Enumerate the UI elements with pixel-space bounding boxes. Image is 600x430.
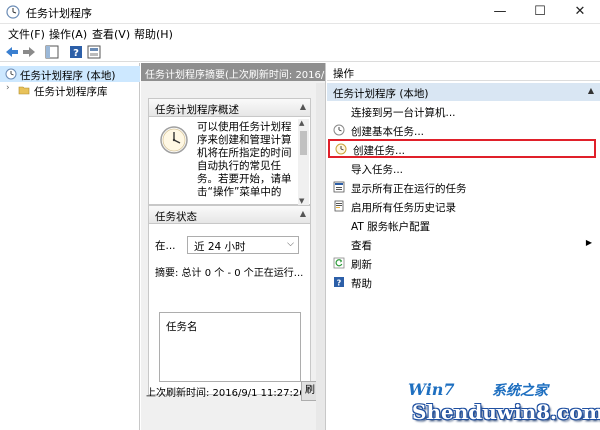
help-icon[interactable]: ?	[68, 44, 84, 60]
actions-header: 操作	[327, 63, 600, 81]
status-summary: 摘要: 总计 0 个 - 0 个正在运行...	[155, 268, 304, 279]
collapse-icon[interactable]: ▲	[588, 86, 594, 95]
help-icon: ?	[334, 277, 344, 288]
action-label: 导入任务...	[351, 164, 404, 176]
actions-group-header[interactable]: 任务计划程序 (本地) ▲	[327, 83, 600, 101]
task-status-panel: 任务状态 ▲ 在... 近 24 小时 ⌵ 摘要: 总计 0 个 - 0 个正在…	[148, 205, 311, 395]
action-help[interactable]: ? 帮助	[327, 273, 600, 292]
action-label: 连接到另一台计算机...	[351, 107, 456, 119]
task-status-title: 任务状态	[155, 211, 197, 223]
menu-action[interactable]: 操作(A)	[49, 26, 87, 42]
minimize-button[interactable]: —	[480, 0, 520, 24]
collapse-icon[interactable]: ▲	[300, 102, 306, 111]
action-label: 刷新	[351, 259, 372, 271]
action-label: 帮助	[351, 278, 372, 290]
action-at-service-config[interactable]: AT 服务帐户配置	[327, 216, 600, 235]
tree-item-library[interactable]: › 任务计划程序库	[0, 82, 140, 98]
chevron-right-icon: ▶	[585, 238, 592, 247]
create-task-icon	[335, 143, 347, 155]
task-name-column-header[interactable]: 任务名	[166, 319, 198, 334]
action-create-basic-task[interactable]: 创建基本任务...	[327, 121, 600, 140]
task-scheduler-icon	[6, 5, 20, 19]
action-label: 创建任务...	[353, 145, 406, 157]
collapse-icon[interactable]: ▲	[300, 209, 306, 218]
watermark-win7: Win7	[408, 380, 455, 399]
time-range-value: 近 24 小时	[194, 241, 246, 253]
navigation-pane: 任务计划程序 (本地) › 任务计划程序库	[0, 63, 140, 430]
summary-pane: 任务计划程序摘要(上次刷新时间: 2016/9/1 任务计划程序概述 ▲ 可以使…	[141, 63, 326, 430]
task-list[interactable]: 任务名	[159, 312, 301, 382]
scroll-up-icon[interactable]: ▲	[299, 119, 304, 127]
forward-arrow-icon[interactable]	[21, 44, 37, 60]
summary-header: 任务计划程序摘要(上次刷新时间: 2016/9/1	[141, 63, 325, 81]
action-label: 显示所有正在运行的任务	[351, 183, 467, 195]
overview-text: 可以使用任务计划程序来创建和管理计算机将在所指定的时间自动执行的常见任务。若要开…	[197, 121, 292, 198]
folder-icon	[18, 86, 30, 95]
tree-item-root[interactable]: 任务计划程序 (本地)	[0, 66, 140, 82]
close-button[interactable]: ✕	[560, 0, 600, 24]
task-status-header[interactable]: 任务状态 ▲	[149, 206, 310, 224]
action-connect-computer[interactable]: 连接到另一台计算机...	[327, 102, 600, 121]
action-refresh[interactable]: 刷新	[327, 254, 600, 273]
action-label: 查看	[351, 240, 372, 252]
menu-help[interactable]: 帮助(H)	[134, 26, 173, 42]
toolbar: ?	[0, 42, 600, 62]
refresh-icon	[333, 257, 345, 269]
back-arrow-icon[interactable]	[4, 44, 20, 60]
watermark-site-name: 系统之家	[492, 383, 548, 399]
overview-scrollbar[interactable]: ▲ ▼	[298, 119, 309, 205]
pane-scrollbar[interactable]	[316, 83, 325, 430]
tree-item-label: 任务计划程序库	[34, 86, 108, 98]
action-label: 启用所有任务历史记录	[351, 202, 456, 214]
window-title: 任务计划程序	[26, 7, 92, 20]
actions-group-title: 任务计划程序 (本地)	[333, 88, 429, 100]
overview-panel: 任务计划程序概述 ▲ 可以使用任务计划程序来创建和管理计算机将在所指定的时间自动…	[148, 98, 311, 205]
history-icon	[334, 200, 344, 212]
menu-view[interactable]: 查看(V)	[92, 26, 130, 42]
action-label: AT 服务帐户配置	[351, 221, 431, 233]
wizard-icon	[333, 124, 345, 136]
running-tasks-icon	[333, 181, 345, 193]
svg-text:?: ?	[337, 279, 342, 288]
show-hide-tree-icon[interactable]	[44, 44, 60, 60]
last-refresh-time: 上次刷新时间: 2016/9/1 11:27:26	[146, 388, 306, 399]
chevron-down-icon[interactable]: ⌵	[287, 239, 294, 249]
action-import-task[interactable]: 导入任务...	[327, 159, 600, 178]
action-enable-task-history[interactable]: 启用所有任务历史记录	[327, 197, 600, 216]
svg-text:?: ?	[73, 48, 79, 59]
menu-file[interactable]: 文件(F)	[8, 26, 45, 42]
chevron-right-icon[interactable]: ›	[6, 83, 10, 93]
title-bar: 任务计划程序 — ☐ ✕	[0, 0, 600, 24]
scroll-thumb[interactable]	[300, 131, 307, 155]
time-range-select[interactable]: 近 24 小时 ⌵	[187, 236, 299, 254]
watermark-url: Shenduwin8.com	[412, 400, 600, 424]
maximize-button[interactable]: ☐	[520, 0, 560, 24]
scroll-down-icon[interactable]: ▼	[299, 197, 304, 205]
properties-icon[interactable]	[86, 44, 102, 60]
action-show-running-tasks[interactable]: 显示所有正在运行的任务	[327, 178, 600, 197]
menu-bar: 文件(F) 操作(A) 查看(V) 帮助(H)	[0, 24, 600, 42]
overview-panel-header[interactable]: 任务计划程序概述 ▲	[149, 99, 310, 117]
filter-label: 在...	[155, 240, 176, 252]
actions-pane: 操作 任务计划程序 (本地) ▲ 连接到另一台计算机... 创建基本任务... …	[327, 63, 600, 430]
action-view[interactable]: 查看 ▶	[327, 235, 600, 254]
task-scheduler-icon	[5, 68, 17, 80]
overview-title: 任务计划程序概述	[155, 104, 239, 116]
action-create-task[interactable]: 创建任务...	[328, 139, 596, 158]
action-label: 创建基本任务...	[351, 126, 425, 138]
watermark: Win7 系统之家 Shenduwin8.com	[408, 380, 600, 428]
tree-item-label: 任务计划程序 (本地)	[20, 70, 116, 82]
clock-icon	[160, 126, 188, 154]
